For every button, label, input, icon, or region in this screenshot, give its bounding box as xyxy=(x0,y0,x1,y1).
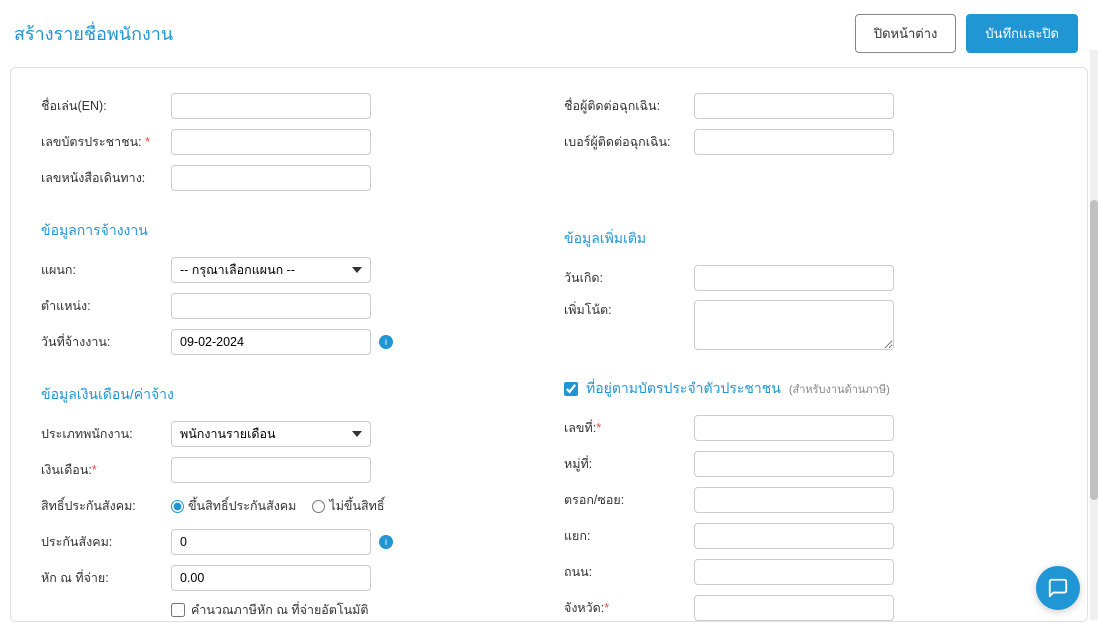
passport-input[interactable] xyxy=(171,165,371,191)
withholding-label: หัก ณ ที่จ่าย: xyxy=(41,568,171,588)
scrollbar-thumb[interactable] xyxy=(1090,200,1098,500)
employee-type-select[interactable]: พนักงานรายเดือน xyxy=(171,421,371,447)
emergency-phone-label: เบอร์ผู้ติดต่อฉุกเฉิน: xyxy=(564,132,694,152)
id-card-input[interactable] xyxy=(171,129,371,155)
birthdate-label: วันเกิด: xyxy=(564,268,694,288)
road-label: ถนน: xyxy=(564,562,694,582)
address-section-subtitle: (สำหรับงานด้านภาษี) xyxy=(789,380,890,398)
yaek-label: แยก: xyxy=(564,526,694,546)
additional-section-title: ข้อมูลเพิ่มเติม xyxy=(564,228,1057,250)
road-input[interactable] xyxy=(694,559,894,585)
emergency-phone-input[interactable] xyxy=(694,129,894,155)
start-date-input[interactable] xyxy=(171,329,371,355)
salary-input[interactable] xyxy=(171,457,371,483)
radio-no-social-right[interactable]: ไม่ขึ้นสิทธิ์ xyxy=(312,496,384,516)
start-date-label: วันที่จ้างงาน: xyxy=(41,332,171,352)
house-no-label: เลขที่:* xyxy=(564,418,694,438)
note-label: เพิ่มโน้ต: xyxy=(564,300,694,320)
emergency-name-input[interactable] xyxy=(694,93,894,119)
social-security-label: ประกันสังคม: xyxy=(41,532,171,552)
note-textarea[interactable] xyxy=(694,300,894,350)
house-no-input[interactable] xyxy=(694,415,894,441)
radio-has-right-label: ขึ้นสิทธิ์ประกันสังคม xyxy=(188,496,296,516)
auto-calc-checkbox[interactable] xyxy=(171,603,185,617)
withholding-input[interactable] xyxy=(171,565,371,591)
soi-input[interactable] xyxy=(694,487,894,513)
radio-has-social-right[interactable]: ขึ้นสิทธิ์ประกันสังคม xyxy=(171,496,296,516)
address-section-checkbox[interactable] xyxy=(564,382,578,396)
salary-label: เงินเดือน:* xyxy=(41,460,171,480)
position-input[interactable] xyxy=(171,293,371,319)
salary-section-title: ข้อมูลเงินเดือน/ค่าจ้าง xyxy=(41,384,534,406)
social-right-label: สิทธิ์ประกันสังคม: xyxy=(41,496,171,516)
save-and-close-button[interactable]: บันทึกและปิด xyxy=(966,14,1078,53)
yaek-input[interactable] xyxy=(694,523,894,549)
department-select[interactable]: -- กรุณาเลือกแผนก -- xyxy=(171,257,371,283)
chat-icon xyxy=(1047,577,1069,599)
moo-label: หมู่ที่: xyxy=(564,454,694,474)
province-input[interactable] xyxy=(694,595,894,621)
employment-section-title: ข้อมูลการจ้างงาน xyxy=(41,220,534,242)
social-security-input[interactable] xyxy=(171,529,371,555)
emergency-name-label: ชื่อผู้ติดต่อฉุกเฉิน: xyxy=(564,96,694,116)
moo-input[interactable] xyxy=(694,451,894,477)
soi-label: ตรอก/ซอย: xyxy=(564,490,694,510)
radio-no-right-label: ไม่ขึ้นสิทธิ์ xyxy=(329,496,384,516)
province-label: จังหวัด:* xyxy=(564,598,694,618)
birthdate-input[interactable] xyxy=(694,265,894,291)
close-button[interactable]: ปิดหน้าต่าง xyxy=(855,14,957,53)
passport-label: เลขหนังสือเดินทาง: xyxy=(41,168,171,188)
form-container: ชื่อเล่น(EN): เลขบัตรประชาชน: * เลขหนังส… xyxy=(10,67,1088,622)
nickname-en-label: ชื่อเล่น(EN): xyxy=(41,96,171,116)
department-label: แผนก: xyxy=(41,260,171,280)
info-icon[interactable]: i xyxy=(379,535,393,549)
page-title: สร้างรายชื่อพนักงาน xyxy=(14,19,173,48)
radio-no-social-right-input[interactable] xyxy=(312,500,325,513)
info-icon[interactable]: i xyxy=(379,335,393,349)
address-section-title: ที่อยู่ตามบัตรประจำตัวประชาชน xyxy=(586,378,781,400)
nickname-en-input[interactable] xyxy=(171,93,371,119)
radio-has-social-right-input[interactable] xyxy=(171,500,184,513)
id-card-label: เลขบัตรประชาชน: * xyxy=(41,132,171,152)
chat-fab[interactable] xyxy=(1036,566,1080,610)
employee-type-label: ประเภทพนักงาน: xyxy=(41,424,171,444)
position-label: ตำแหน่ง: xyxy=(41,296,171,316)
auto-calc-label: คำนวณภาษีหัก ณ ที่จ่ายอัตโนมัติ xyxy=(191,600,369,620)
header-actions: ปิดหน้าต่าง บันทึกและปิด xyxy=(855,14,1078,53)
